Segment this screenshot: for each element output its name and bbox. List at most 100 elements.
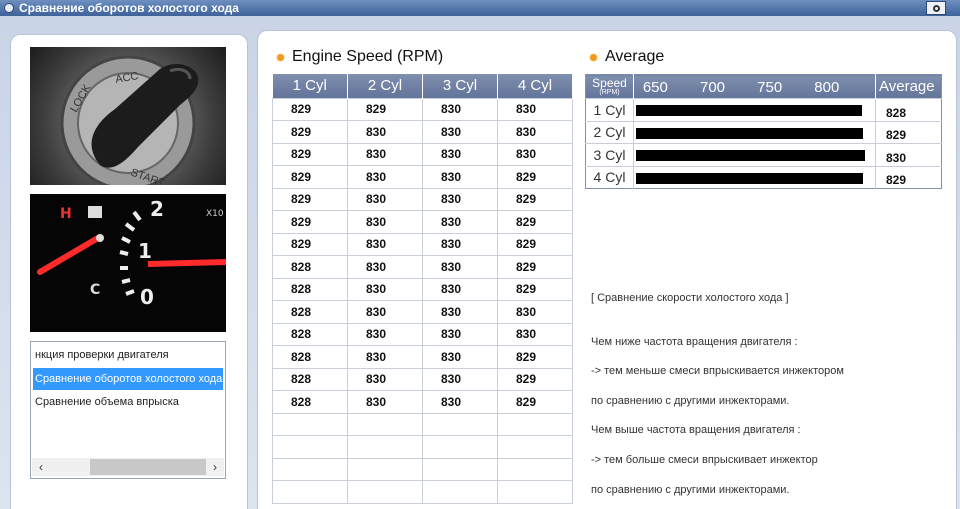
rpm-cell: 830	[347, 367, 423, 391]
scroll-right-icon[interactable]: ›	[206, 458, 224, 476]
rpm-cell: 830	[422, 120, 498, 144]
rpm-cell-empty	[422, 412, 498, 436]
scale-tick-label: 650	[642, 79, 668, 96]
rpm-cell: 830	[422, 345, 498, 369]
rpm-cell-empty	[422, 480, 498, 504]
column-header-cyl-3: 3 Cyl	[422, 74, 498, 98]
rpm-cell: 830	[347, 345, 423, 369]
description-line: Чем ниже частота вращения двигателя :	[591, 336, 798, 348]
description-line: -> тем больше смеси впрыскивает инжектор	[591, 454, 818, 466]
window-title: Сравнение оборотов холостого хода	[19, 1, 239, 15]
rpm-cell: 829	[497, 345, 573, 369]
average-bar-cell	[633, 120, 876, 144]
screenshot-camera-icon[interactable]	[926, 1, 946, 15]
rpm-cell: 830	[422, 367, 498, 391]
list-item-injection-volume-comparison[interactable]: Сравнение объема впрыска	[33, 391, 223, 413]
table-row-empty	[272, 457, 573, 481]
engine-speed-table: 1 Cyl 2 Cyl 3 Cyl 4 Cyl 829 829 830 830 829 830 8…	[272, 74, 573, 504]
table-row: 828 830 830 829	[272, 345, 573, 369]
rpm-cell: 828	[272, 300, 348, 324]
table-row: 1 Cyl 828	[585, 98, 942, 121]
rpm-cell: 829	[272, 210, 348, 234]
table-row: 4 Cyl 829	[585, 165, 942, 189]
rpm-cell-empty	[347, 457, 423, 481]
rpm-cell: 828	[272, 277, 348, 301]
rpm-cell: 830	[497, 142, 573, 166]
rpm-cell: 829	[272, 120, 348, 144]
average-bar-cell	[633, 165, 876, 189]
rpm-cell: 830	[422, 255, 498, 279]
window-menu-icon[interactable]	[4, 3, 14, 13]
description-heading: [ Сравнение скорости холостого хода ]	[591, 292, 789, 304]
rpm-cell: 829	[497, 277, 573, 301]
rpm-cell: 829	[497, 187, 573, 211]
rpm-cell: 829	[272, 97, 348, 121]
average-bar	[636, 105, 863, 116]
rpm-cell: 829	[497, 210, 573, 234]
tachometer-gauge-photo: H C 2 1 0 X10	[30, 194, 226, 332]
rpm-scale-header: 650 700 750 800	[633, 74, 876, 99]
table-row: 828 830 830 829	[272, 277, 573, 301]
ignition-key-photo: LOCK ACC ON START	[30, 47, 226, 185]
rpm-cell: 829	[347, 97, 423, 121]
rpm-cell: 830	[347, 120, 423, 144]
average-table: Speed (RPM) 650 700 750 800 Average 1 Cyl 82…	[585, 74, 942, 189]
rpm-cell-empty	[347, 435, 423, 459]
rpm-cell: 829	[497, 390, 573, 414]
horizontal-scrollbar[interactable]: ‹ ›	[32, 458, 224, 476]
rpm-cell-empty	[422, 457, 498, 481]
table-row: 829 830 830 829	[272, 165, 573, 189]
gauge-label-x10: X10	[206, 209, 224, 219]
rpm-cell: 829	[497, 255, 573, 279]
gauge-label-cold: C	[90, 282, 100, 298]
rpm-cell: 830	[422, 232, 498, 256]
average-value: 828	[875, 98, 942, 121]
rpm-cell: 830	[497, 300, 573, 324]
table-row: 828 830 830 829	[272, 255, 573, 279]
rpm-cell-empty	[497, 435, 573, 459]
rpm-cell: 828	[272, 255, 348, 279]
rpm-cell: 829	[497, 367, 573, 391]
rpm-cell: 830	[347, 322, 423, 346]
rpm-cell: 830	[347, 390, 423, 414]
speed-header: Speed (RPM)	[585, 74, 634, 99]
average-header: Average	[875, 74, 942, 99]
table-row: 829 830 830 830	[272, 120, 573, 144]
scroll-left-icon[interactable]: ‹	[32, 458, 50, 476]
scroll-thumb[interactable]	[90, 459, 206, 475]
table-row: 828 830 830 830	[272, 300, 573, 324]
gauge-label-2: 2	[150, 197, 164, 221]
rpm-cell: 830	[347, 277, 423, 301]
rpm-cell: 830	[347, 300, 423, 324]
table-row: 829 830 830 829	[272, 232, 573, 256]
window-titlebar: Сравнение оборотов холостого хода	[0, 0, 960, 16]
function-list[interactable]: нкция проверки двигателя Сравнение оборо…	[30, 341, 226, 479]
rpm-cell: 830	[347, 165, 423, 189]
column-header-cyl-2: 2 Cyl	[347, 74, 423, 98]
list-item-engine-check[interactable]: нкция проверки двигателя	[33, 344, 223, 366]
rpm-cell-empty	[497, 457, 573, 481]
rpm-cell: 830	[422, 142, 498, 166]
scroll-track[interactable]	[50, 458, 206, 476]
rpm-cell: 830	[422, 277, 498, 301]
description-line: по сравнению с другими инжекторами.	[591, 484, 790, 496]
description-line: Чем выше частота вращения двигателя :	[591, 424, 801, 436]
gauge-label-1: 1	[138, 239, 152, 263]
list-item-idle-speed-comparison[interactable]: Сравнение оборотов холостого хода	[33, 368, 223, 390]
rpm-cell: 829	[272, 142, 348, 166]
rpm-cell: 830	[347, 187, 423, 211]
average-bar	[636, 127, 864, 139]
rpm-cell: 830	[347, 142, 423, 166]
rpm-cell: 828	[272, 322, 348, 346]
table-row: 2 Cyl 829	[585, 120, 942, 144]
cylinder-label: 3 Cyl	[585, 143, 634, 166]
engine-speed-title: Engine Speed (RPM)	[277, 48, 443, 66]
column-header-cyl-4: 4 Cyl	[497, 74, 573, 98]
rpm-cell-empty	[272, 457, 348, 481]
rpm-cell-empty	[272, 480, 348, 504]
rpm-cell: 828	[272, 345, 348, 369]
gauge-label-0: 0	[140, 285, 154, 309]
rpm-cell: 830	[497, 120, 573, 144]
scale-tick-label: 700	[700, 79, 726, 96]
rpm-cell-empty	[497, 480, 573, 504]
